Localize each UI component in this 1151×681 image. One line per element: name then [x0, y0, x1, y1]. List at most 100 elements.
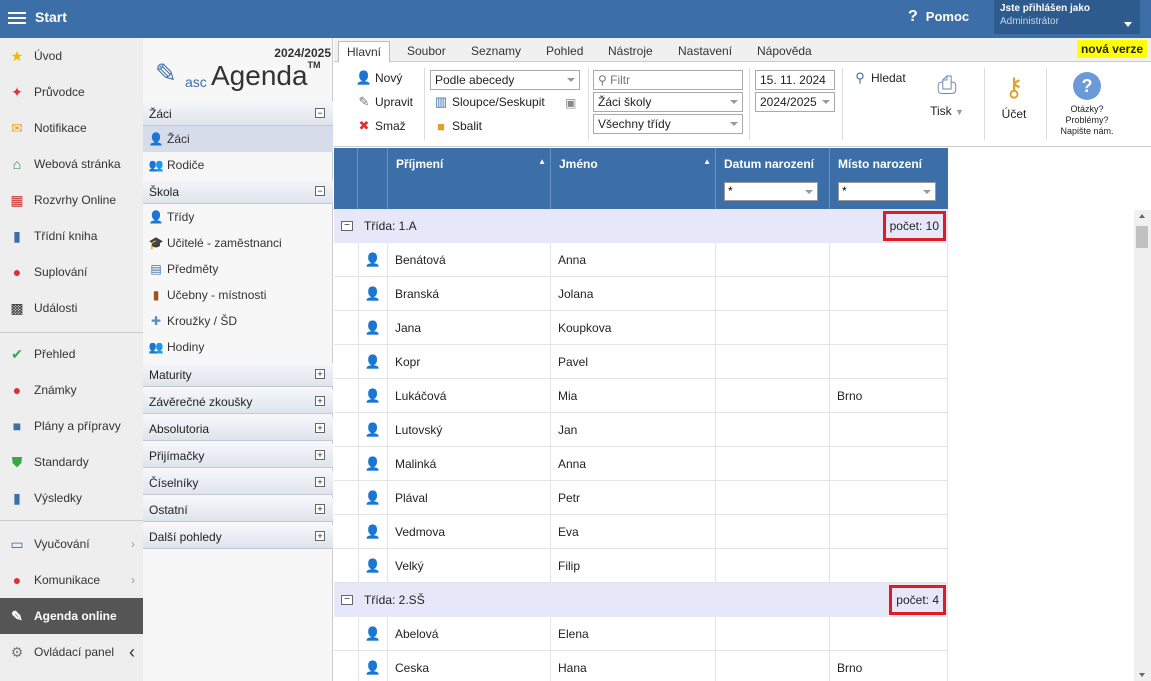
user-dropdown[interactable]: Jste přihlášen jako Administrátor: [994, 0, 1140, 34]
vertical-scrollbar[interactable]: [1134, 210, 1151, 681]
scope-select[interactable]: Žáci školy: [593, 92, 743, 112]
column-header-prijmeni[interactable]: Příjmení ▲: [388, 148, 551, 209]
tree-item-krouzky[interactable]: ✚ Kroužky / ŠD: [143, 308, 333, 334]
tab-napoveda[interactable]: Nápověda: [749, 41, 820, 62]
date-field[interactable]: 15. 11. 2024: [755, 70, 835, 90]
collapse-group-icon[interactable]: −: [341, 595, 353, 605]
tree-section-absolutoria[interactable]: Absolutoria +: [143, 417, 333, 441]
tab-pohled[interactable]: Pohled: [538, 41, 591, 62]
shield-icon: ⛊: [11, 453, 23, 470]
hamburger-menu-icon[interactable]: [8, 9, 26, 27]
cell-jmeno: Jan: [551, 413, 716, 447]
table-row[interactable]: 👤 Plával Petr: [334, 481, 948, 515]
tree-section-skola[interactable]: Škola −: [143, 180, 333, 204]
chevron-right-icon: ›: [131, 537, 135, 551]
group-row[interactable]: − Třída: 2.SŠ počet: 4: [334, 583, 948, 617]
nav-item-suplovani[interactable]: ● Suplování: [0, 254, 143, 290]
cell-datum-narozeni: [716, 379, 830, 413]
collapse-sidebar-icon[interactable]: ‹: [129, 642, 135, 663]
tree-item-zaci[interactable]: 👤 Žáci: [143, 126, 333, 152]
expand-icon[interactable]: +: [315, 531, 325, 541]
expand-icon[interactable]: +: [315, 369, 325, 379]
nav-item-ovladaci-panel[interactable]: ⚙ Ovládací panel ‹: [0, 634, 143, 670]
tab-nastroje[interactable]: Nástroje: [600, 41, 661, 62]
tree-item-ucitele[interactable]: 🎓 Učitelé - zaměstnanci: [143, 230, 333, 256]
nav-item-prehled[interactable]: ✔ Přehled: [0, 336, 143, 372]
table-row[interactable]: 👤 Branská Jolana: [334, 277, 948, 311]
collapse-group-icon[interactable]: −: [341, 221, 353, 231]
tab-seznamy[interactable]: Seznamy: [463, 41, 529, 62]
print-button[interactable]: ⎙ Tisk ▼: [922, 72, 972, 132]
filter-input[interactable]: ⚲ Filtr: [593, 70, 743, 90]
table-row[interactable]: 👤 Benátová Anna: [334, 243, 948, 277]
table-row[interactable]: 👤 Kopr Pavel: [334, 345, 948, 379]
help-button[interactable]: ? Pomoc: [908, 8, 969, 26]
datum-narozeni-filter[interactable]: *: [724, 182, 818, 201]
column-header-jmeno[interactable]: Jméno ▲: [551, 148, 716, 209]
help-contact-button[interactable]: ? Otázky? Problémy? Napište nám.: [1052, 72, 1122, 142]
expand-icon[interactable]: +: [315, 423, 325, 433]
nav-item-tridni-kniha[interactable]: ▮ Třídní kniha: [0, 218, 143, 254]
save-icon[interactable]: ▣: [565, 96, 576, 110]
nav-item-vysledky[interactable]: ▮ Výsledky: [0, 480, 143, 516]
delete-button[interactable]: ✖ Smaž: [356, 118, 406, 134]
nav-item-vyucovani[interactable]: ▭ Vyučování ›: [0, 526, 143, 562]
edit-button[interactable]: ✎ Upravit: [356, 94, 413, 110]
table-row[interactable]: 👤 Jana Koupkova: [334, 311, 948, 345]
collapse-icon[interactable]: −: [315, 186, 325, 196]
nav-item-komunikace[interactable]: ● Komunikace ›: [0, 562, 143, 598]
nav-item-rozvrhy[interactable]: ▦ Rozvrhy Online: [0, 182, 143, 218]
misto-narozeni-filter[interactable]: *: [838, 182, 936, 201]
table-row[interactable]: 👤 Lutovský Jan: [334, 413, 948, 447]
nav-item-agenda-online[interactable]: ✎ Agenda online: [0, 598, 143, 634]
table-row[interactable]: 👤 Lukáčová Mia Brno: [334, 379, 948, 413]
expand-icon[interactable]: +: [315, 396, 325, 406]
tree-section-prijimacky[interactable]: Přijímačky +: [143, 444, 333, 468]
tree-section-zaverecne-zkousky[interactable]: Závěrečné zkoušky +: [143, 390, 333, 414]
top-bar: Start ? Pomoc Jste přihlášen jako Adminis…: [0, 0, 1151, 38]
columns-group-button[interactable]: ▥ Sloupce/Seskupit: [433, 94, 545, 110]
account-button[interactable]: ⚷ Účet: [992, 72, 1036, 132]
nav-item-webova-stranka[interactable]: ⌂ Webová stránka: [0, 146, 143, 182]
nav-item-uvod[interactable]: ★ Úvod: [0, 38, 143, 74]
nav-item-udalosti[interactable]: ▩ Události: [0, 290, 143, 326]
column-header-datum-narozeni[interactable]: Datum narození *: [716, 148, 830, 209]
classes-select[interactable]: Všechny třídy: [593, 114, 743, 134]
tree-section-dalsi-pohledy[interactable]: Další pohledy +: [143, 525, 333, 549]
tree-section-zaci[interactable]: Žáci −: [143, 102, 333, 126]
table-row[interactable]: 👤 Vedmova Eva: [334, 515, 948, 549]
collapse-icon[interactable]: −: [315, 108, 325, 118]
start-label[interactable]: Start: [35, 9, 67, 25]
group-row[interactable]: − Třída: 1.A počet: 10: [334, 209, 948, 243]
nav-item-standardy[interactable]: ⛊ Standardy: [0, 444, 143, 480]
nav-item-notifikace[interactable]: ✉ Notifikace: [0, 110, 143, 146]
tree-section-ciselniky[interactable]: Číselníky +: [143, 471, 333, 495]
new-version-badge[interactable]: nová verze: [1076, 40, 1147, 58]
tab-soubor[interactable]: Soubor: [399, 41, 454, 62]
expand-icon[interactable]: +: [315, 504, 325, 514]
tree-item-predmety[interactable]: ▤ Předměty: [143, 256, 333, 282]
tree-section-ostatni[interactable]: Ostatní +: [143, 498, 333, 522]
sort-select[interactable]: Podle abecedy: [430, 70, 580, 90]
expand-icon[interactable]: +: [315, 477, 325, 487]
nav-item-plany[interactable]: ■ Plány a přípravy: [0, 408, 143, 444]
table-row[interactable]: 👤 Malinká Anna: [334, 447, 948, 481]
expand-icon[interactable]: +: [315, 450, 325, 460]
search-button[interactable]: ⚲ Hledat: [852, 70, 905, 86]
tree-item-hodiny[interactable]: 👥 Hodiny: [143, 334, 333, 360]
column-header-misto-narozeni[interactable]: Místo narození *: [830, 148, 948, 209]
collapse-button[interactable]: ■ Sbalit: [433, 118, 482, 134]
tree-section-maturity[interactable]: Maturity +: [143, 363, 333, 387]
new-button[interactable]: 👤 Nový: [356, 70, 402, 86]
nav-item-znamky[interactable]: ● Známky: [0, 372, 143, 408]
tree-item-ucebny[interactable]: ▮ Učebny - místnosti: [143, 282, 333, 308]
year-select[interactable]: 2024/2025: [755, 92, 835, 112]
table-row[interactable]: 👤 Abelová Elena: [334, 617, 948, 651]
tab-hlavni[interactable]: Hlavní: [338, 41, 391, 62]
table-row[interactable]: 👤 Ceska Hana Brno: [334, 651, 948, 681]
tree-item-rodice[interactable]: 👥 Rodiče: [143, 152, 333, 178]
tab-nastaveni[interactable]: Nastavení: [670, 41, 740, 62]
nav-item-pruvodce[interactable]: ✦ Průvodce: [0, 74, 143, 110]
table-row[interactable]: 👤 Velký Filip: [334, 549, 948, 583]
tree-item-tridy[interactable]: 👤 Třídy: [143, 204, 333, 230]
